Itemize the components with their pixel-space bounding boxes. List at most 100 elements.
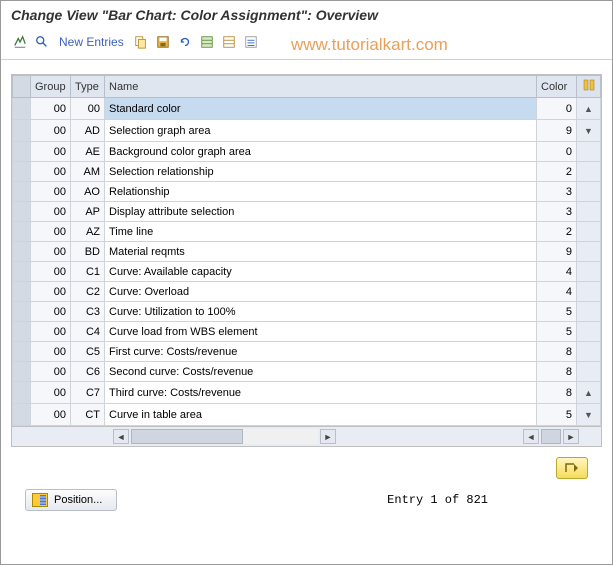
name-cell[interactable]: Material reqmts — [105, 242, 537, 262]
table-row[interactable]: 00C7Third curve: Costs/revenue8▲ — [13, 382, 601, 404]
type-cell[interactable]: AZ — [71, 222, 105, 242]
type-cell[interactable]: C3 — [71, 302, 105, 322]
scroll-left2-icon[interactable]: ◄ — [523, 429, 539, 444]
type-cell[interactable]: C7 — [71, 382, 105, 404]
header-config-icon[interactable] — [577, 76, 601, 98]
table-row[interactable]: 00C1Curve: Available capacity4 — [13, 262, 601, 282]
group-cell[interactable]: 00 — [31, 342, 71, 362]
vscroll-cell[interactable] — [577, 362, 601, 382]
row-handle[interactable] — [13, 282, 31, 302]
color-cell[interactable]: 3 — [537, 202, 577, 222]
name-cell[interactable]: Standard color — [105, 98, 537, 120]
header-type[interactable]: Type — [71, 76, 105, 98]
type-cell[interactable]: C6 — [71, 362, 105, 382]
type-cell[interactable]: C4 — [71, 322, 105, 342]
header-row-handle[interactable] — [13, 76, 31, 98]
table-row[interactable]: 00C4Curve load from WBS element5 — [13, 322, 601, 342]
row-handle[interactable] — [13, 182, 31, 202]
type-cell[interactable]: BD — [71, 242, 105, 262]
group-cell[interactable]: 00 — [31, 98, 71, 120]
name-cell[interactable]: Selection graph area — [105, 120, 537, 142]
name-cell[interactable]: Relationship — [105, 182, 537, 202]
undo-icon[interactable] — [176, 33, 194, 51]
row-handle[interactable] — [13, 262, 31, 282]
color-cell[interactable]: 5 — [537, 404, 577, 426]
group-cell[interactable]: 00 — [31, 282, 71, 302]
row-handle[interactable] — [13, 202, 31, 222]
vscroll-cell[interactable] — [577, 282, 601, 302]
group-cell[interactable]: 00 — [31, 382, 71, 404]
color-cell[interactable]: 0 — [537, 142, 577, 162]
scroll-left-icon[interactable]: ◄ — [113, 429, 129, 444]
color-cell[interactable]: 0 — [537, 98, 577, 120]
new-entries-button[interactable]: New Entries — [55, 35, 128, 49]
group-cell[interactable]: 00 — [31, 162, 71, 182]
group-cell[interactable]: 00 — [31, 322, 71, 342]
name-cell[interactable]: Background color graph area — [105, 142, 537, 162]
table-row[interactable]: 00AEBackground color graph area0 — [13, 142, 601, 162]
table-row[interactable]: 00AZTime line2 — [13, 222, 601, 242]
table-row[interactable]: 00AMSelection relationship2 — [13, 162, 601, 182]
color-cell[interactable]: 2 — [537, 162, 577, 182]
name-cell[interactable]: Time line — [105, 222, 537, 242]
color-cell[interactable]: 5 — [537, 322, 577, 342]
vscroll-cell[interactable]: ▼ — [577, 120, 601, 142]
color-cell[interactable]: 4 — [537, 282, 577, 302]
name-cell[interactable]: First curve: Costs/revenue — [105, 342, 537, 362]
group-cell[interactable]: 00 — [31, 202, 71, 222]
group-cell[interactable]: 00 — [31, 222, 71, 242]
color-cell[interactable]: 4 — [537, 262, 577, 282]
expand-button[interactable] — [556, 457, 588, 479]
type-cell[interactable]: AD — [71, 120, 105, 142]
vscroll-cell[interactable] — [577, 182, 601, 202]
type-cell[interactable]: C5 — [71, 342, 105, 362]
table-row[interactable]: 00C5First curve: Costs/revenue8 — [13, 342, 601, 362]
name-cell[interactable]: Curve: Available capacity — [105, 262, 537, 282]
group-cell[interactable]: 00 — [31, 182, 71, 202]
type-cell[interactable]: 00 — [71, 98, 105, 120]
type-cell[interactable]: CT — [71, 404, 105, 426]
vscroll-cell[interactable] — [577, 242, 601, 262]
name-cell[interactable]: Second curve: Costs/revenue — [105, 362, 537, 382]
type-cell[interactable]: AO — [71, 182, 105, 202]
vscroll-cell[interactable] — [577, 342, 601, 362]
vscroll-cell[interactable] — [577, 302, 601, 322]
table-row[interactable]: 00C6Second curve: Costs/revenue8 — [13, 362, 601, 382]
type-cell[interactable]: AE — [71, 142, 105, 162]
group-cell[interactable]: 00 — [31, 362, 71, 382]
group-cell[interactable]: 00 — [31, 302, 71, 322]
vscroll-cell[interactable] — [577, 322, 601, 342]
color-cell[interactable]: 3 — [537, 182, 577, 202]
table-row[interactable]: 00BDMaterial reqmts9 — [13, 242, 601, 262]
color-cell[interactable]: 8 — [537, 362, 577, 382]
group-cell[interactable]: 00 — [31, 142, 71, 162]
table-row[interactable]: 0000Standard color0▲ — [13, 98, 601, 120]
table-row[interactable]: 00AORelationship3 — [13, 182, 601, 202]
deselect-all-icon[interactable] — [220, 33, 238, 51]
header-name[interactable]: Name — [105, 76, 537, 98]
row-handle[interactable] — [13, 222, 31, 242]
vscroll-cell[interactable] — [577, 262, 601, 282]
row-handle[interactable] — [13, 142, 31, 162]
row-handle[interactable] — [13, 242, 31, 262]
color-cell[interactable]: 9 — [537, 120, 577, 142]
select-all-icon[interactable] — [198, 33, 216, 51]
vscroll-cell[interactable]: ▲ — [577, 382, 601, 404]
table-row[interactable]: 00ADSelection graph area9▼ — [13, 120, 601, 142]
scroll-right-icon[interactable]: ► — [320, 429, 336, 444]
vscroll-cell[interactable] — [577, 222, 601, 242]
type-cell[interactable]: C1 — [71, 262, 105, 282]
row-handle[interactable] — [13, 362, 31, 382]
table-row[interactable]: 00APDisplay attribute selection3 — [13, 202, 601, 222]
color-cell[interactable]: 8 — [537, 342, 577, 362]
row-handle[interactable] — [13, 162, 31, 182]
table-row[interactable]: 00CTCurve in table area5▼ — [13, 404, 601, 426]
row-handle[interactable] — [13, 322, 31, 342]
delete-icon[interactable] — [242, 33, 260, 51]
row-handle[interactable] — [13, 404, 31, 426]
group-cell[interactable]: 00 — [31, 404, 71, 426]
type-cell[interactable]: AP — [71, 202, 105, 222]
group-cell[interactable]: 00 — [31, 262, 71, 282]
vscroll-cell[interactable]: ▲ — [577, 98, 601, 120]
copy-icon[interactable] — [132, 33, 150, 51]
